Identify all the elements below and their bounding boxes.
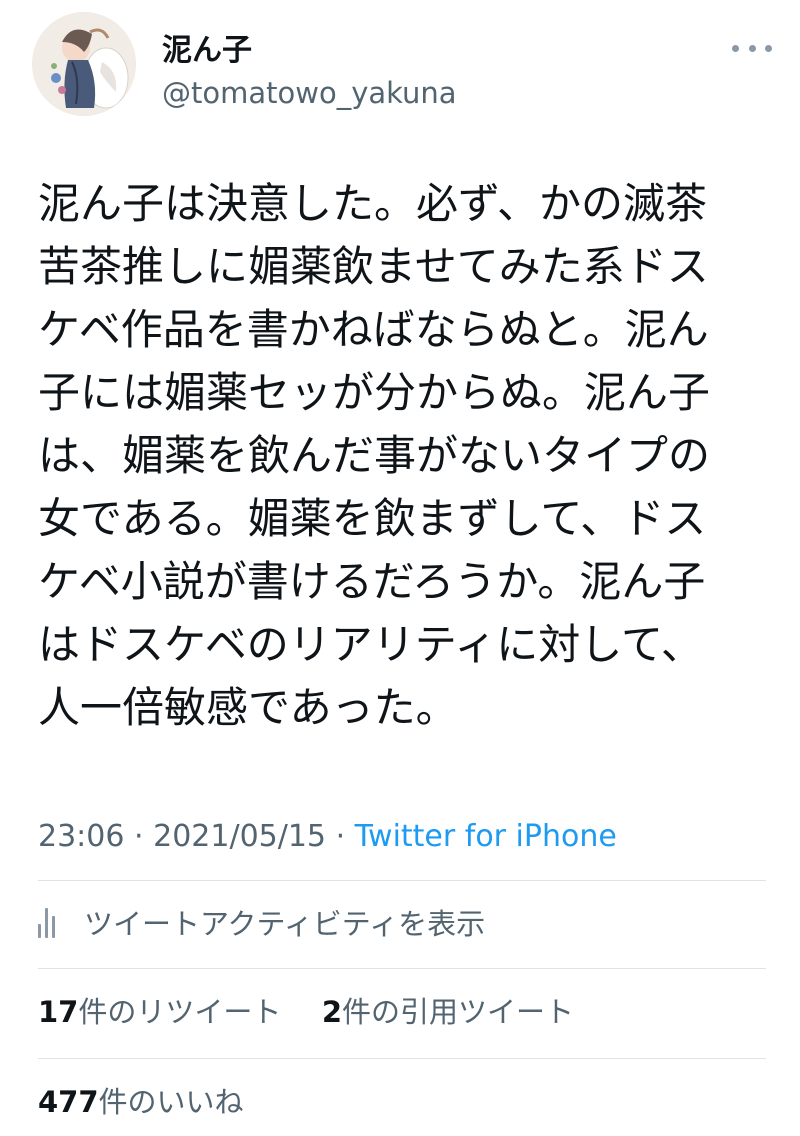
tweet-meta: 23:06 · 2021/05/15 · Twitter for iPhone — [38, 818, 617, 856]
retweet-count: 17 — [38, 995, 79, 1029]
bar-chart-icon — [38, 906, 64, 938]
tweet-time[interactable]: 23:06 — [38, 819, 124, 854]
tweet-source-link[interactable]: Twitter for iPhone — [355, 819, 617, 854]
tweet-text: 泥ん子は決意した。必ず、かの滅茶 苦茶推しに媚薬飲ませてみた系ドス ケベ作品を書… — [38, 179, 711, 732]
tweet-activity-link[interactable]: ツイートアクティビティを表示 — [38, 902, 485, 942]
engagement-stats: 17件のリツイート 2件の引用ツイート — [38, 992, 574, 1032]
divider — [38, 968, 766, 969]
retweet-label: 件のリツイート — [78, 995, 282, 1029]
likes-stat[interactable]: 477件のいいね — [38, 1082, 244, 1122]
divider — [38, 880, 766, 881]
tweet-activity-label: ツイートアクティビティを表示 — [84, 907, 486, 941]
tweet-date[interactable]: 2021/05/15 — [153, 819, 326, 854]
quote-label: 件の引用ツイート — [342, 995, 575, 1029]
quotes-stat[interactable]: 2件の引用ツイート — [322, 995, 574, 1029]
divider — [38, 1058, 766, 1059]
user-handle[interactable]: @tomatowo_yakuna — [162, 74, 457, 112]
like-count: 477 — [38, 1085, 99, 1119]
meta-separator: · — [134, 819, 144, 854]
retweets-stat[interactable]: 17件のリツイート — [38, 995, 281, 1029]
quote-count: 2 — [321, 995, 342, 1029]
avatar[interactable] — [32, 12, 136, 116]
like-label: 件のいいね — [98, 1085, 244, 1119]
more-options-icon[interactable] — [732, 38, 772, 58]
tweet-header: 泥ん子 @tomatowo_yakuna — [32, 12, 772, 122]
meta-separator: · — [335, 819, 346, 854]
display-name[interactable]: 泥ん子 — [162, 32, 252, 70]
